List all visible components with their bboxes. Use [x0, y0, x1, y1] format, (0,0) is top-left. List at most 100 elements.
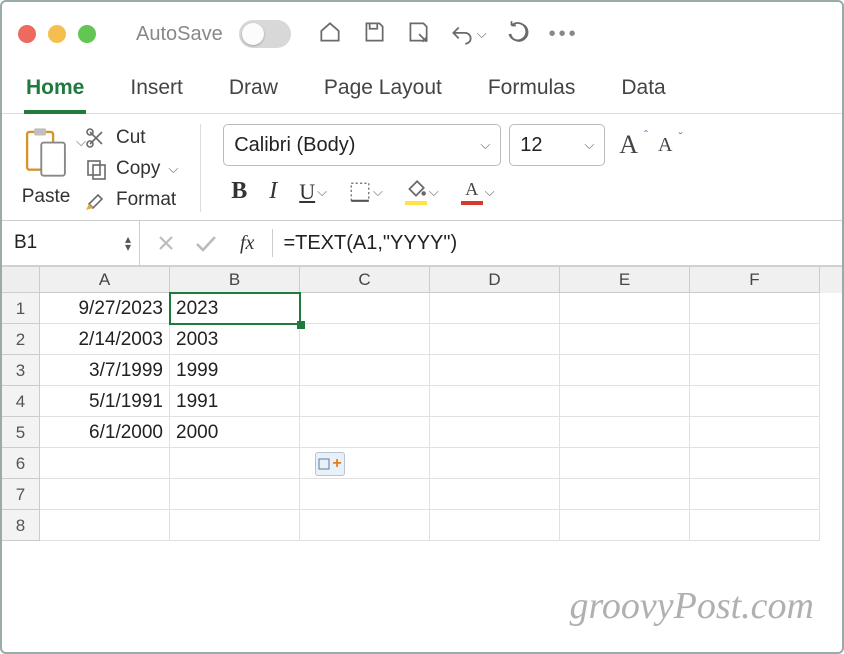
cell[interactable]	[560, 355, 690, 386]
namebox-stepper[interactable]: ▴▾	[125, 235, 131, 251]
cell[interactable]	[300, 355, 430, 386]
row-header[interactable]: 3	[2, 355, 40, 386]
underline-button[interactable]: U ⌵	[299, 179, 327, 205]
cell[interactable]	[430, 355, 560, 386]
tab-insert[interactable]: Insert	[128, 72, 185, 114]
cell[interactable]	[560, 293, 690, 324]
column-header[interactable]: D	[430, 267, 560, 293]
more-icon[interactable]: •••	[549, 23, 579, 46]
chevron-down-icon[interactable]: ⌵	[168, 161, 178, 177]
cell[interactable]	[170, 510, 300, 541]
decrease-font-size-button[interactable]: Aˇ	[658, 134, 672, 157]
cell[interactable]	[690, 510, 820, 541]
tab-data[interactable]: Data	[619, 72, 667, 114]
cell[interactable]	[40, 510, 170, 541]
fullscreen-window-button[interactable]	[78, 25, 96, 43]
save-edit-icon[interactable]	[405, 19, 431, 50]
cell[interactable]	[40, 479, 170, 510]
cell[interactable]	[430, 417, 560, 448]
cell[interactable]	[300, 386, 430, 417]
format-painter-button[interactable]: Format	[84, 188, 178, 212]
cell[interactable]: 6/1/2000	[40, 417, 170, 448]
borders-button[interactable]: ⌵	[349, 181, 383, 203]
cell[interactable]	[430, 293, 560, 324]
cell[interactable]	[170, 479, 300, 510]
row-header[interactable]: 2	[2, 324, 40, 355]
cell[interactable]	[690, 386, 820, 417]
cut-button[interactable]: Cut	[84, 126, 178, 150]
copy-button[interactable]: Copy ⌵	[84, 157, 178, 181]
fill-color-button[interactable]: ⌵	[405, 178, 439, 205]
paste-button[interactable]: ⌵ Paste	[18, 124, 74, 208]
tab-page-layout[interactable]: Page Layout	[322, 72, 444, 114]
cell[interactable]	[300, 417, 430, 448]
close-window-button[interactable]	[18, 25, 36, 43]
name-box[interactable]: B1 ▴▾	[2, 221, 140, 265]
spreadsheet-grid[interactable]: A B C D E F 19/27/20232023 22/14/2003200…	[2, 267, 842, 541]
home-icon[interactable]	[317, 19, 343, 50]
select-all-corner[interactable]	[2, 267, 40, 293]
cell[interactable]	[560, 448, 690, 479]
increase-font-size-button[interactable]: Aˆ	[619, 130, 638, 160]
row-header[interactable]: 1	[2, 293, 40, 324]
cell[interactable]	[430, 448, 560, 479]
tab-home[interactable]: Home	[24, 72, 86, 114]
cell[interactable]: 9/27/2023	[40, 293, 170, 324]
cell[interactable]	[300, 293, 430, 324]
row-header[interactable]: 4	[2, 386, 40, 417]
cell[interactable]: 5/1/1991	[40, 386, 170, 417]
cell[interactable]: 1999	[170, 355, 300, 386]
font-name-combo[interactable]: Calibri (Body) ⌵	[223, 124, 501, 166]
cell[interactable]	[560, 324, 690, 355]
undo-button[interactable]: ⌵	[449, 21, 487, 47]
redo-icon[interactable]	[505, 19, 531, 50]
cell[interactable]	[170, 448, 300, 479]
row-header[interactable]: 8	[2, 510, 40, 541]
fx-label[interactable]: fx	[240, 232, 254, 255]
cell[interactable]: 3/7/1999	[40, 355, 170, 386]
chevron-down-icon[interactable]: ⌵	[76, 134, 86, 150]
cell[interactable]	[560, 510, 690, 541]
cell[interactable]	[690, 479, 820, 510]
formula-input[interactable]	[273, 232, 842, 255]
row-header[interactable]: 7	[2, 479, 40, 510]
bold-button[interactable]: B	[231, 178, 247, 205]
tab-formulas[interactable]: Formulas	[486, 72, 578, 114]
column-header[interactable]: F	[690, 267, 820, 293]
cell[interactable]	[560, 417, 690, 448]
fill-handle[interactable]	[297, 321, 305, 329]
column-header[interactable]: B	[170, 267, 300, 293]
cell[interactable]	[430, 324, 560, 355]
column-header[interactable]: A	[40, 267, 170, 293]
font-color-button[interactable]: A ⌵	[461, 179, 495, 205]
cell[interactable]	[690, 448, 820, 479]
cell[interactable]	[560, 479, 690, 510]
save-icon[interactable]	[361, 19, 387, 50]
cell[interactable]: 2003	[170, 324, 300, 355]
minimize-window-button[interactable]	[48, 25, 66, 43]
cell[interactable]	[300, 324, 430, 355]
confirm-formula-icon[interactable]	[194, 233, 218, 253]
font-size-combo[interactable]: 12 ⌵	[509, 124, 605, 166]
autofill-options-icon[interactable]: +	[315, 452, 345, 476]
cell[interactable]	[40, 448, 170, 479]
cell[interactable]	[300, 510, 430, 541]
cancel-formula-icon[interactable]	[156, 233, 176, 253]
cell[interactable]	[690, 417, 820, 448]
cell[interactable]: 2023	[170, 293, 300, 324]
italic-button[interactable]: I	[269, 178, 277, 205]
row-header[interactable]: 6	[2, 448, 40, 479]
cell[interactable]	[300, 479, 430, 510]
cell[interactable]	[430, 479, 560, 510]
cell[interactable]: 2/14/2003	[40, 324, 170, 355]
cell[interactable]: 1991	[170, 386, 300, 417]
cell[interactable]	[560, 386, 690, 417]
cell[interactable]	[690, 324, 820, 355]
tab-draw[interactable]: Draw	[227, 72, 280, 114]
column-header[interactable]: E	[560, 267, 690, 293]
autosave-toggle[interactable]	[239, 20, 291, 48]
row-header[interactable]: 5	[2, 417, 40, 448]
cell[interactable]	[430, 510, 560, 541]
cell[interactable]	[690, 293, 820, 324]
cell[interactable]	[690, 355, 820, 386]
